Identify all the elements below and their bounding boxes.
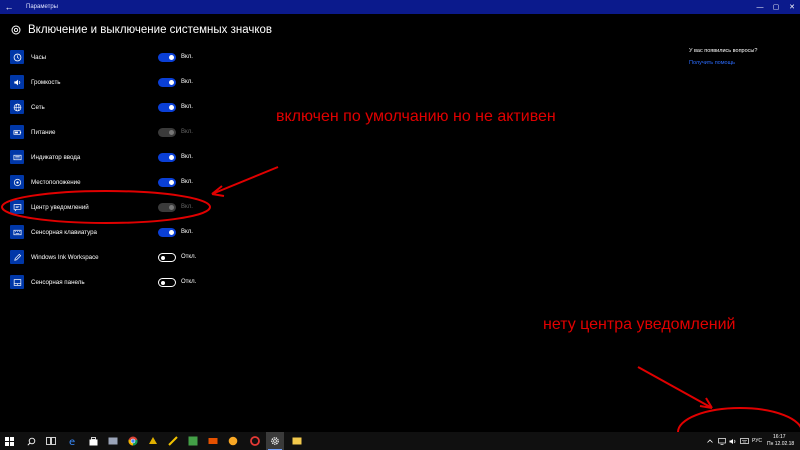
row-location: Местоположение — [10, 174, 210, 190]
settings-icon[interactable] — [266, 432, 284, 450]
svg-text:e: e — [69, 437, 75, 446]
toggle-state-label: Вкл. — [181, 229, 193, 235]
page-title: Включение и выключение системных значков — [28, 24, 273, 36]
keyboard-icon — [10, 150, 24, 164]
row-label: Громкость — [31, 78, 61, 86]
row-ink-workspace: Windows Ink Workspace — [10, 249, 210, 265]
toggle-touchpad[interactable] — [158, 278, 176, 287]
annotation-arrowhead-row — [211, 185, 225, 197]
clock-date[interactable]: Пн 12.02.18 — [767, 441, 794, 447]
app-icon[interactable] — [144, 432, 162, 450]
store-icon[interactable] — [84, 432, 102, 450]
back-button[interactable]: ← — [0, 0, 18, 14]
app-icon[interactable] — [164, 432, 182, 450]
row-label: Питание — [31, 128, 56, 136]
row-label: Windows Ink Workspace — [31, 253, 99, 261]
toggle-state-label: Вкл. — [181, 154, 193, 160]
toggle-location[interactable] — [158, 178, 176, 187]
toggle-state-label: Вкл. — [181, 204, 193, 210]
row-volume: Громкость — [10, 74, 210, 90]
toggle-state-label: Вкл. — [181, 104, 193, 110]
volume-tray-icon[interactable] — [728, 432, 738, 450]
row-touch-keyboard: Сенсорная клавиатура — [10, 224, 210, 240]
action-center-icon — [10, 200, 24, 214]
toggle-power — [158, 128, 176, 137]
app-icon[interactable] — [184, 432, 202, 450]
help-title: У вас появились вопросы? — [689, 48, 758, 54]
row-network: Сеть — [10, 99, 210, 115]
row-label: Сеть — [31, 103, 45, 111]
row-clock: Часы — [10, 49, 210, 65]
minimize-button[interactable]: — — [752, 0, 768, 14]
chrome-icon[interactable] — [124, 432, 142, 450]
start-icon[interactable] — [0, 432, 18, 450]
app-icon[interactable] — [224, 432, 242, 450]
language-indicator[interactable]: РУС — [752, 438, 762, 444]
toggle-network[interactable] — [158, 103, 176, 112]
title-bar: ← Параметры — ▢ ✕ — [0, 0, 800, 14]
window-controls: — ▢ ✕ — [752, 0, 800, 14]
app-icon[interactable] — [204, 432, 222, 450]
toggle-input-indicator[interactable] — [158, 153, 176, 162]
toggle-volume[interactable] — [158, 78, 176, 87]
close-button[interactable]: ✕ — [784, 0, 800, 14]
annotation-bottom: нету центра уведомлений — [543, 316, 736, 333]
row-input-indicator: Индикатор ввода — [10, 149, 210, 165]
battery-icon — [10, 125, 24, 139]
row-label: Местоположение — [31, 178, 81, 186]
toggle-state-label: Откл. — [181, 279, 197, 285]
volume-icon — [10, 75, 24, 89]
touch-keyboard-icon — [10, 225, 24, 239]
toggle-action-center — [158, 203, 176, 212]
toggle-state-label: Вкл. — [181, 129, 193, 135]
clock-time[interactable]: 16:17 — [773, 434, 786, 440]
annotation-arrow-row — [211, 166, 279, 195]
row-label: Индикатор ввода — [31, 153, 81, 161]
toggle-clock[interactable] — [158, 53, 176, 62]
row-action-center: Центр уведомлений — [10, 199, 210, 215]
row-label: Сенсорная клавиатура — [31, 228, 97, 236]
chevron-up-icon[interactable] — [706, 432, 714, 450]
maximize-button[interactable]: ▢ — [768, 0, 784, 14]
app-icon[interactable] — [288, 432, 306, 450]
touchpad-icon — [10, 275, 24, 289]
toggle-touch-keyboard[interactable] — [158, 228, 176, 237]
task-view-icon[interactable] — [42, 432, 60, 450]
toggle-state-label: Вкл. — [181, 179, 193, 185]
clock-icon — [10, 50, 24, 64]
row-label: Центр уведомлений — [31, 203, 89, 211]
gear-icon — [11, 25, 21, 35]
annotation-arrow-tray — [637, 366, 713, 409]
pen-icon — [10, 250, 24, 264]
annotation-arrowhead-tray — [699, 397, 713, 409]
row-touchpad: Сенсорная панель — [10, 274, 210, 290]
window-title: Параметры — [26, 4, 58, 10]
search-icon[interactable] — [22, 432, 40, 450]
toggle-state-label: Откл. — [181, 254, 197, 260]
toggle-state-label: Вкл. — [181, 79, 193, 85]
get-help-link[interactable]: Получить помощь — [689, 60, 735, 66]
toggle-ink-workspace[interactable] — [158, 253, 176, 262]
row-power: Питание — [10, 124, 210, 140]
row-label: Сенсорная панель — [31, 278, 85, 286]
toggle-state-label: Вкл. — [181, 54, 193, 60]
taskbar: e РУС 16:17 Пн 12.02.18 — [0, 432, 800, 450]
location-icon — [10, 175, 24, 189]
keyboard-tray-icon[interactable] — [739, 432, 750, 450]
row-label: Часы — [31, 53, 47, 61]
network-icon — [10, 100, 24, 114]
annotation-top: включен по умолчанию но не активен — [276, 108, 556, 125]
app-icon[interactable] — [246, 432, 264, 450]
edge-icon[interactable]: e — [64, 432, 82, 450]
network-tray-icon[interactable] — [717, 432, 727, 450]
app-icon[interactable] — [104, 432, 122, 450]
